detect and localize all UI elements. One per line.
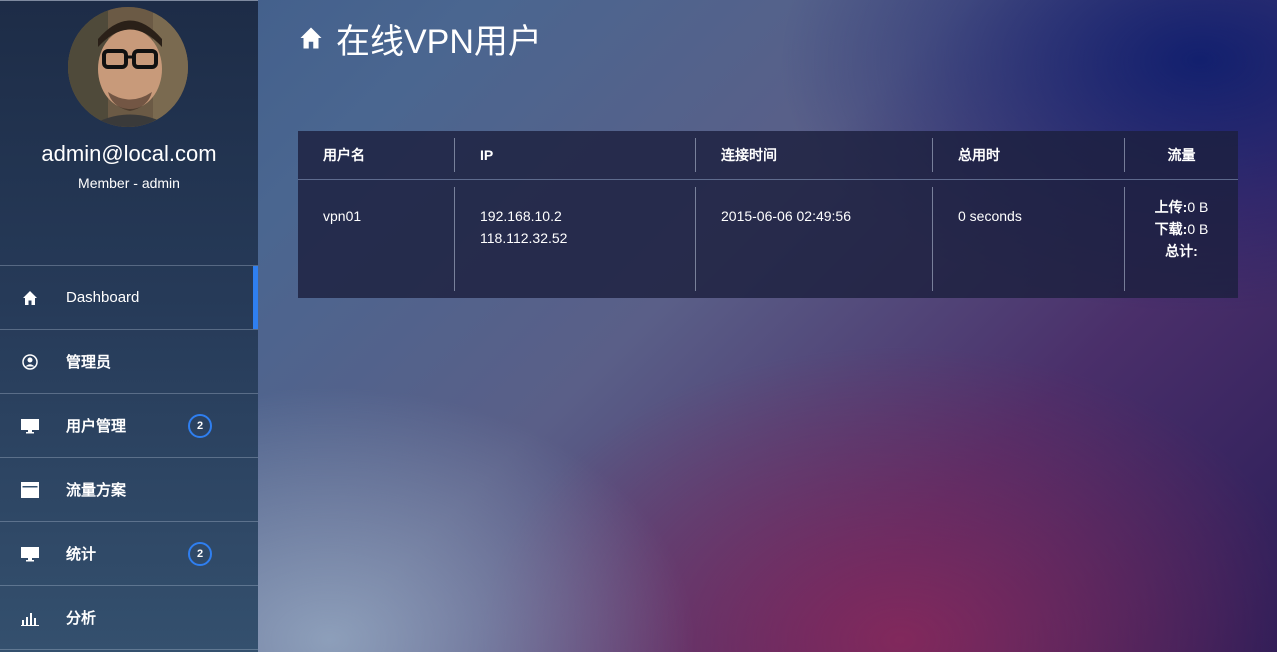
- traffic-total: 总计:: [1165, 243, 1198, 259]
- cell-connect-time: 2015-06-06 02:49:56: [696, 180, 933, 299]
- sidebar: admin@local.com Member - admin Dashboard…: [0, 0, 258, 652]
- profile-panel: admin@local.com Member - admin: [0, 1, 258, 265]
- column-header-traffic: 流量: [1125, 131, 1238, 180]
- sidebar-item-label: 管理员: [66, 354, 112, 371]
- sidebar-item-statistics[interactable]: 统计 2: [0, 521, 258, 585]
- sidebar-item-label: 分析: [66, 610, 97, 627]
- column-header-username: 用户名: [298, 131, 455, 180]
- monitor-icon: [20, 416, 40, 436]
- column-header-duration: 总用时: [933, 131, 1125, 180]
- column-header-connect-time: 连接时间: [696, 131, 933, 180]
- ip-local: 192.168.10.2: [480, 208, 562, 224]
- cell-username: vpn01: [298, 180, 455, 299]
- sidebar-item-label: Dashboard: [66, 289, 140, 306]
- profile-email: admin@local.com: [41, 141, 217, 166]
- traffic-download: 下载:0 B: [1154, 221, 1209, 237]
- ip-remote: 118.112.32.52: [480, 230, 568, 246]
- bar-chart-icon: [20, 608, 40, 628]
- page-header: 在线VPN用户: [298, 14, 542, 63]
- count-badge: 2: [188, 542, 212, 566]
- count-badge: 2: [188, 414, 212, 438]
- profile-role: Member - admin: [78, 175, 180, 191]
- page-title: 在线VPN用户: [336, 23, 542, 61]
- home-icon: [20, 288, 40, 308]
- table-header-row: 用户名 IP 连接时间 总用时 流量: [298, 131, 1238, 180]
- sidebar-item-user-management[interactable]: 用户管理 2: [0, 393, 258, 457]
- user-circle-icon: [20, 352, 40, 372]
- avatar[interactable]: [68, 7, 188, 127]
- table-row[interactable]: vpn01 192.168.10.2 118.112.32.52 2015-06…: [298, 180, 1238, 299]
- traffic-upload: 上传:0 B: [1154, 199, 1209, 215]
- cell-traffic: 上传:0 B 下载:0 B 总计:: [1125, 180, 1238, 299]
- sidebar-item-label: 流量方案: [66, 482, 127, 499]
- sidebar-item-traffic-plans[interactable]: 流量方案: [0, 457, 258, 521]
- sidebar-nav: Dashboard 管理员 用户管理 2 流量方案 统计 2 分析: [0, 265, 258, 650]
- cell-ip: 192.168.10.2 118.112.32.52: [455, 180, 696, 299]
- sidebar-item-admins[interactable]: 管理员: [0, 329, 258, 393]
- column-header-ip: IP: [455, 131, 696, 180]
- online-users-table: 用户名 IP 连接时间 总用时 流量 vpn01 192.168.10.2 11…: [298, 131, 1238, 298]
- sidebar-item-analysis[interactable]: 分析: [0, 585, 258, 650]
- home-icon: [298, 26, 324, 55]
- sidebar-item-dashboard[interactable]: Dashboard: [0, 265, 258, 329]
- sidebar-item-label: 统计: [66, 546, 97, 563]
- sidebar-item-label: 用户管理: [66, 418, 127, 435]
- window-icon: [20, 480, 40, 500]
- cell-duration: 0 seconds: [933, 180, 1125, 299]
- monitor-icon: [20, 544, 40, 564]
